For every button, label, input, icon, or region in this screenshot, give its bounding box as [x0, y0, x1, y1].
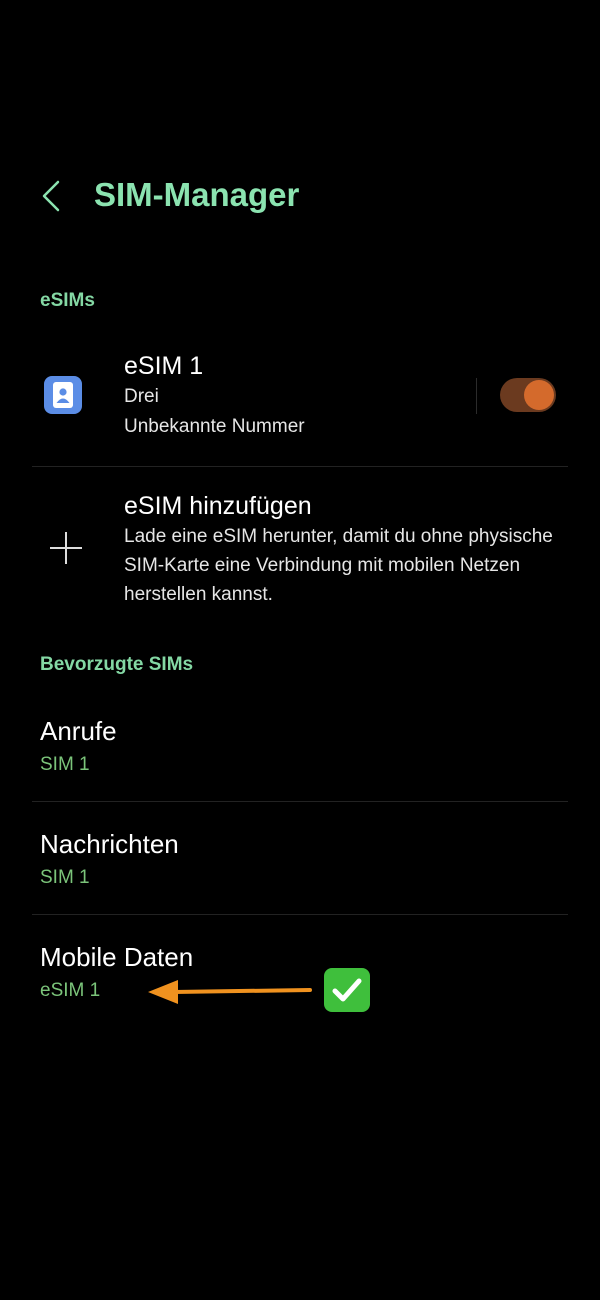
- row-separator: [476, 378, 477, 414]
- esim-1-number: Unbekannte Nummer: [124, 416, 305, 437]
- preferred-calls-row[interactable]: Anrufe SIM 1: [0, 714, 600, 814]
- mobile-data-title: Mobile Daten: [40, 942, 194, 972]
- divider: [32, 466, 568, 467]
- chevron-left-icon: [42, 180, 60, 212]
- esim-1-toggle[interactable]: [500, 378, 556, 412]
- messages-title: Nachrichten: [40, 829, 179, 859]
- esim-1-carrier: Drei: [124, 386, 159, 407]
- sim-card-icon: [44, 376, 82, 414]
- top-app-bar: SIM-Manager: [0, 160, 600, 232]
- esim-1-row[interactable]: eSIM 1 Drei Unbekannte Nummer: [0, 340, 600, 452]
- back-button[interactable]: [38, 174, 68, 218]
- page-title: SIM-Manager: [94, 176, 300, 213]
- esim-1-title: eSIM 1: [124, 352, 204, 380]
- divider: [32, 914, 568, 915]
- add-esim-description: Lade eine eSIM herunter, damit du ohne p…: [124, 526, 553, 605]
- add-esim-title: eSIM hinzufügen: [124, 492, 312, 520]
- calls-title: Anrufe: [40, 716, 117, 746]
- calls-value: SIM 1: [40, 754, 90, 775]
- divider: [32, 801, 568, 802]
- toggle-knob: [524, 380, 554, 410]
- section-header-preferred-sims: Bevorzugte SIMs: [40, 654, 194, 675]
- preferred-messages-row[interactable]: Nachrichten SIM 1: [0, 827, 600, 927]
- checkmark-emoji-icon: [324, 968, 370, 1012]
- add-esim-row[interactable]: eSIM hinzufügen Lade eine eSIM herunter,…: [0, 480, 600, 620]
- section-header-esims: eSIMs: [40, 290, 95, 311]
- arrow-left-icon: [148, 980, 312, 1004]
- messages-value: SIM 1: [40, 867, 90, 888]
- plus-icon: [50, 532, 82, 564]
- mobile-data-value: eSIM 1: [40, 980, 101, 1001]
